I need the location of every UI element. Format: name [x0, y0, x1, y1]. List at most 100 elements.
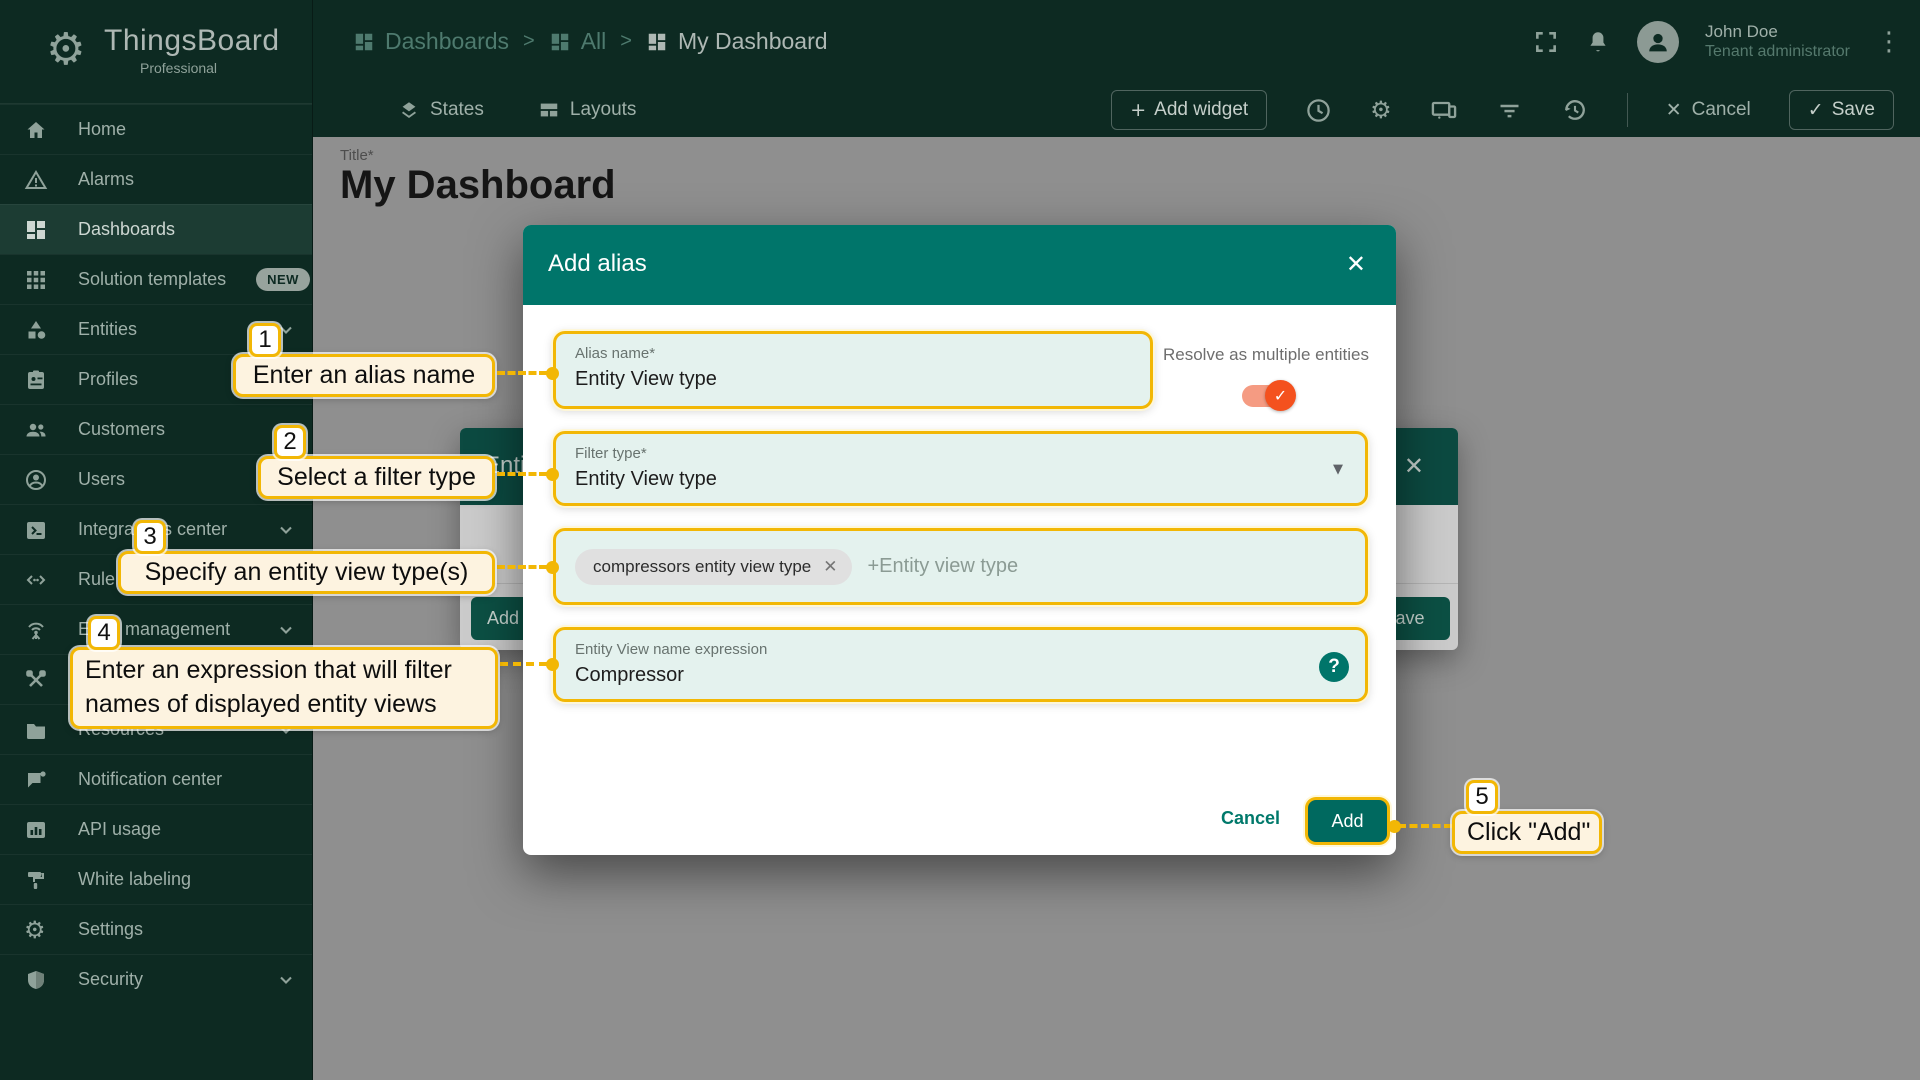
chevron-down-icon [276, 620, 296, 640]
bar-chart-icon [24, 818, 48, 842]
devices-icon [1430, 96, 1458, 124]
chevron-down-icon [276, 970, 296, 990]
fullscreen-button[interactable] [1533, 29, 1559, 55]
entity-view-type-placeholder: +Entity view type [868, 555, 1019, 578]
people-icon [24, 418, 48, 442]
dashboard-toolbar: States Layouts + Add widget ⚙ [313, 83, 1920, 137]
chip-remove-icon[interactable]: ✕ [823, 557, 837, 577]
close-icon[interactable]: ✕ [1404, 452, 1424, 480]
history-icon [1561, 96, 1589, 124]
sidebar-item-label: Customers [78, 419, 165, 440]
states-button[interactable]: States [398, 99, 484, 121]
close-icon: ✕ [1666, 99, 1682, 121]
toolbar-save-label: Save [1832, 99, 1875, 121]
more-menu-button[interactable]: ⋮ [1876, 27, 1902, 57]
callout-connector-2 [497, 472, 547, 476]
dashboard-icon [353, 31, 375, 53]
sidebar-item-home[interactable]: Home [0, 104, 312, 154]
brand-name: ThingsBoard [104, 24, 280, 58]
close-icon[interactable]: ✕ [1346, 250, 1366, 278]
filter-type-label: Filter type* [575, 445, 1346, 462]
id-card-icon [24, 368, 48, 392]
avatar[interactable] [1637, 21, 1679, 63]
breadcrumb-my-dashboard[interactable]: My Dashboard [646, 28, 828, 55]
layouts-button[interactable]: Layouts [538, 99, 637, 121]
entity-view-type-field[interactable]: compressors entity view type ✕ +Entity v… [553, 528, 1368, 605]
app-root: ⚙ ThingsBoard Professional Home Alarms D… [0, 0, 1920, 1080]
integrations-icon [24, 518, 48, 542]
sidebar-item-security[interactable]: Security [0, 954, 312, 1004]
edge-antenna-icon [24, 618, 48, 642]
notifications-button[interactable] [1585, 29, 1611, 55]
user-info[interactable]: John Doe Tenant administrator [1705, 21, 1850, 62]
sidebar-item-dashboards[interactable]: Dashboards [0, 204, 312, 254]
dashboard-title-label: Title* [340, 147, 374, 164]
chevron-down-icon [276, 520, 296, 540]
callout-badge-1: 1 [249, 323, 281, 357]
home-icon [24, 118, 48, 142]
resolve-multiple-toggle[interactable]: ✓ [1242, 385, 1292, 407]
brand-edition: Professional [140, 60, 217, 76]
sidebar-item-label: Entities [78, 319, 137, 340]
help-icon[interactable]: ? [1319, 652, 1349, 682]
thingsboard-logo-icon: ⚙ [46, 24, 85, 75]
callout-dot-4 [546, 658, 559, 671]
alias-name-field[interactable]: Alias name* Entity View type [553, 331, 1153, 409]
name-expression-label: Entity View name expression [575, 641, 1346, 658]
dashboard-icon [646, 31, 668, 53]
callout-dot-3 [546, 561, 559, 574]
sidebar-item-api-usage[interactable]: API usage [0, 804, 312, 854]
brand-logo[interactable]: ⚙ ThingsBoard Professional [0, 0, 312, 104]
warning-icon [24, 168, 48, 192]
manage-layouts-button[interactable] [1430, 96, 1458, 124]
sidebar-item-solution-templates[interactable]: Solution templates NEW [0, 254, 312, 304]
sidebar-item-settings[interactable]: ⚙ Settings [0, 904, 312, 954]
callout-text-1: Enter an alias name [233, 354, 495, 397]
callout-dot-2 [546, 468, 559, 481]
check-icon: ✓ [1808, 99, 1824, 121]
entity-view-type-chip[interactable]: compressors entity view type ✕ [575, 549, 852, 585]
plus-icon: + [1130, 99, 1146, 121]
filter-type-select[interactable]: Filter type* Entity View type ▼ [553, 431, 1368, 506]
sidebar-item-notification-center[interactable]: Notification center [0, 754, 312, 804]
toolbar-save-button[interactable]: ✓ Save [1789, 90, 1894, 130]
states-icon [398, 99, 420, 121]
modal-add-button[interactable]: Add [1308, 800, 1387, 842]
add-widget-button[interactable]: + Add widget [1111, 90, 1267, 130]
filter-type-value: Entity View type [575, 468, 1346, 491]
dashboard-settings-button[interactable]: ⚙ [1370, 96, 1392, 124]
paint-roller-icon [24, 868, 48, 892]
dropdown-caret-icon: ▼ [1333, 462, 1343, 477]
callout-connector-1 [497, 371, 547, 375]
folder-icon [24, 718, 48, 742]
fullscreen-icon [1533, 29, 1559, 55]
toolbar-cancel-button[interactable]: ✕ Cancel [1666, 99, 1751, 121]
sidebar-item-label: Notification center [78, 769, 222, 790]
apps-icon [24, 268, 48, 292]
sidebar-item-label: Profiles [78, 369, 138, 390]
sidebar-item-label: Solution templates [78, 269, 226, 290]
filter-icon [1496, 97, 1523, 124]
sidebar-item-white-labeling[interactable]: White labeling [0, 854, 312, 904]
add-widget-label: Add widget [1154, 99, 1248, 121]
resolve-multiple-label: Resolve as multiple entities [1163, 345, 1378, 365]
callout-badge-3: 3 [134, 520, 166, 554]
chip-label: compressors entity view type [593, 557, 811, 577]
sidebar-item-label: Users [78, 469, 125, 490]
callout-text-4: Enter an expression that will filter nam… [70, 647, 498, 729]
sidebar-item-alarms[interactable]: Alarms [0, 154, 312, 204]
callout-text-5: Click "Add" [1452, 811, 1602, 854]
chat-notification-icon [24, 768, 48, 792]
breadcrumb-all[interactable]: All [549, 28, 607, 55]
layouts-icon [538, 99, 560, 121]
name-expression-field[interactable]: Entity View name expression Compressor ? [553, 627, 1368, 702]
sidebar-item-label: Dashboards [78, 219, 175, 240]
breadcrumb-dashboards[interactable]: Dashboards [353, 28, 509, 55]
time-window-button[interactable] [1305, 97, 1332, 124]
sidebar-item-customers[interactable]: Customers [0, 404, 312, 454]
rule-chains-icon [24, 568, 48, 592]
filter-button[interactable] [1496, 97, 1523, 124]
breadcrumb-label: All [581, 28, 607, 55]
modal-cancel-button[interactable]: Cancel [1221, 808, 1280, 829]
version-history-button[interactable] [1561, 96, 1589, 124]
